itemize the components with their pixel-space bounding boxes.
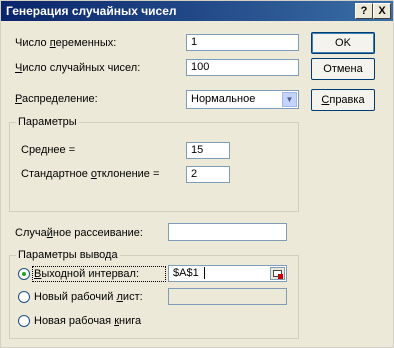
collapse-dialog-icon[interactable] [270,267,285,280]
stddev-input[interactable]: 2 [186,166,230,183]
random-seed-input[interactable] [168,223,287,241]
new-sheet-radio[interactable] [18,291,30,303]
cancel-button[interactable]: Отмена [311,58,375,80]
help-question-button[interactable]: ? [355,3,373,19]
output-range-value: $A$1 [173,267,199,279]
close-button[interactable]: X [373,3,391,19]
ok-button[interactable]: OK [311,32,375,54]
parameters-legend: Параметры [16,116,79,128]
new-workbook-radio[interactable] [18,315,30,327]
text-caret [204,267,205,279]
random-number-generation-dialog: Генерация случайных чисел ? X Число пере… [0,0,394,348]
parameters-group: Параметры [9,116,299,212]
num-variables-label: Число переменных: [15,37,117,49]
stddev-label: Стандартное отклонение = [21,168,160,180]
output-range-radio[interactable] [18,268,30,280]
random-seed-label: Случайное рассеивание: [15,227,143,239]
distribution-value: Нормальное [191,93,256,105]
help-button[interactable]: Справка [311,89,375,111]
chevron-down-icon[interactable]: ▼ [282,92,297,107]
new-sheet-input[interactable] [168,288,287,305]
distribution-select[interactable]: Нормальное ▼ [186,90,299,109]
num-random-label: Число случайных чисел: [15,62,141,74]
new-sheet-label[interactable]: Новый рабочий лист: [34,291,143,303]
num-variables-input[interactable]: 1 [186,34,299,51]
output-range-label[interactable]: Выходной интервал: [34,268,139,280]
mean-input[interactable]: 15 [186,142,230,159]
title-bar[interactable]: Генерация случайных чисел ? X [1,1,393,21]
mean-label: Среднее = [21,144,76,156]
output-range-input[interactable]: $A$1 [168,265,287,282]
new-workbook-label[interactable]: Новая рабочая книга [34,315,141,327]
num-random-input[interactable]: 100 [186,59,299,76]
output-options-legend: Параметры вывода [16,249,120,261]
dialog-title: Генерация случайных чисел [6,4,177,18]
distribution-label: Распределение: [15,93,98,105]
